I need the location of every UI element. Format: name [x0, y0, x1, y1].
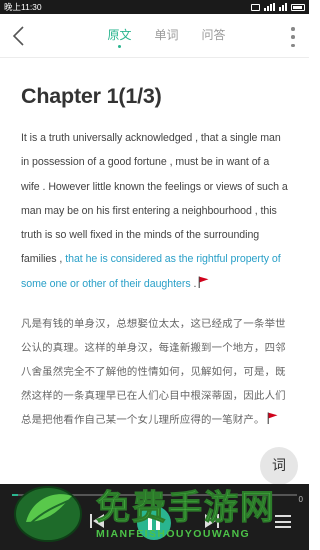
chapter-title: Chapter 1(1/3) — [21, 84, 162, 108]
signal-icon — [264, 3, 275, 11]
leaf-mode-icon[interactable] — [20, 513, 40, 535]
tab-words[interactable]: 单词 — [143, 27, 190, 51]
tab-label: 原文 — [107, 28, 132, 42]
status-icons — [251, 0, 305, 14]
flag-icon[interactable] — [198, 276, 209, 288]
audio-progress-bar[interactable] — [12, 494, 297, 496]
alarm-icon — [251, 3, 260, 11]
play-pause-button[interactable] — [137, 506, 171, 540]
more-options-icon[interactable] — [290, 27, 296, 47]
wifi-icon — [279, 3, 287, 11]
chinese-paragraph: 凡是有钱的单身汉，总想娶位太太，这已经成了一条举世公认的真理。这样的单身汉，每逢… — [21, 312, 288, 432]
chinese-text: 凡是有钱的单身汉，总想娶位太太，这已经成了一条举世公认的真理。这样的单身汉，每逢… — [21, 318, 286, 427]
tab-original-text[interactable]: 原文 — [96, 27, 143, 51]
word-lookup-button[interactable]: 词 — [260, 447, 298, 485]
tab-bar: 原文 单词 问答 — [96, 27, 237, 51]
back-arrow-icon[interactable] — [9, 24, 31, 48]
active-tab-indicator — [118, 45, 121, 48]
tab-label: 问答 — [201, 28, 226, 42]
english-text: It is a truth universally acknowledged ,… — [21, 132, 288, 266]
audio-progress-fill — [12, 494, 18, 496]
menu-icon[interactable] — [275, 515, 291, 528]
top-bar: 原文 单词 问答 — [0, 14, 309, 58]
flag-icon[interactable] — [267, 412, 278, 425]
status-time: 晚上11:30 — [4, 2, 42, 12]
audio-time: 0 — [298, 495, 303, 504]
audio-player: 0 — [0, 484, 309, 550]
previous-sentence-icon[interactable] — [88, 510, 106, 532]
tab-questions[interactable]: 问答 — [190, 27, 237, 51]
next-sentence-icon[interactable] — [203, 510, 221, 532]
tab-label: 单词 — [154, 28, 179, 42]
battery-icon — [291, 3, 305, 11]
english-paragraph: It is a truth universally acknowledged ,… — [21, 126, 288, 296]
english-text-tail: . — [190, 277, 197, 290]
status-bar: 晚上11:30 — [0, 0, 309, 14]
